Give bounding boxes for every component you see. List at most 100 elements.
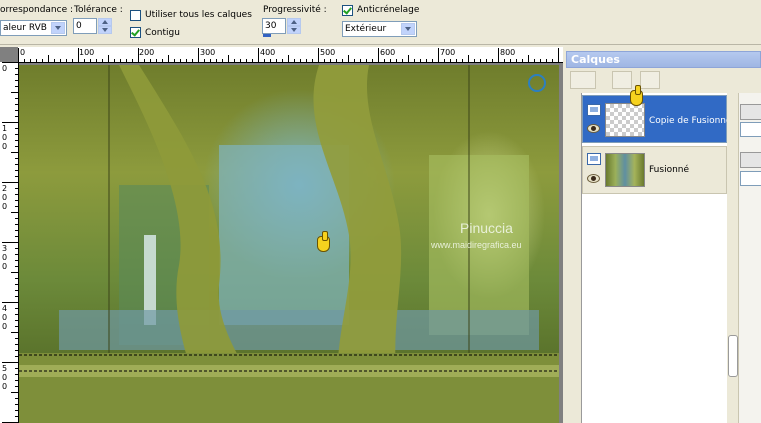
ruler-tick (15, 236, 18, 237)
ruler-tick (48, 55, 49, 62)
canvas-image[interactable]: Pinuccia www.maidiregrafica.eu (19, 65, 559, 423)
dropdown-arrow-icon[interactable] (51, 22, 65, 34)
progressivite-spinner[interactable] (287, 18, 301, 34)
contigu-checkbox[interactable] (130, 27, 141, 38)
ruler-tick (432, 59, 433, 62)
ruler-tick (132, 59, 133, 62)
ruler-tick (126, 59, 127, 62)
tolerance-input[interactable]: 0 (73, 18, 97, 34)
use-all-layers-checkbox[interactable] (130, 10, 141, 21)
blend-mode-select[interactable] (740, 122, 761, 137)
ruler-tick (150, 59, 151, 62)
ruler-tick (384, 59, 385, 62)
ruler-tick (498, 48, 499, 62)
new-layer-icon[interactable] (570, 71, 596, 89)
ruler-tick (30, 59, 31, 62)
ruler-tick (15, 284, 18, 285)
ruler-tick (510, 59, 511, 62)
use-all-layers-label: Utiliser tous les calques (145, 10, 252, 20)
anticrenelage-checkbox[interactable] (342, 5, 353, 16)
ruler-tick (15, 314, 18, 315)
ruler-tick (11, 92, 18, 93)
ruler-tick (234, 59, 235, 62)
ruler-tick (204, 59, 205, 62)
ruler-tick (534, 59, 535, 62)
contigu-label: Contigu (145, 28, 180, 38)
ruler-tick (342, 59, 343, 62)
ruler-tick (336, 59, 337, 62)
ruler-tick (546, 59, 547, 62)
ruler-tick (372, 59, 373, 62)
ruler-tick (300, 59, 301, 62)
ruler-tick (240, 59, 241, 62)
ruler-tick (390, 59, 391, 62)
ruler-tick (270, 59, 271, 62)
blend-mode-select[interactable] (740, 171, 761, 186)
ruler-label: 500 (2, 364, 8, 391)
layer-row[interactable]: Fusionné (582, 146, 727, 194)
ruler-label: 100 (2, 124, 8, 151)
layer-thumbnail (605, 153, 645, 187)
ruler-tick (54, 59, 55, 62)
layers-toolbar (566, 69, 761, 91)
layers-panel-title-bar[interactable]: Calques (566, 51, 761, 68)
tolerance-spinner[interactable] (98, 18, 112, 34)
ruler-tick (11, 392, 18, 393)
eye-icon[interactable] (587, 124, 600, 133)
progressivite-input[interactable]: 30 (262, 18, 286, 34)
blend-thumbnail (740, 104, 761, 120)
tolerance-label: Tolérance : (74, 5, 123, 15)
ruler-tick (516, 59, 517, 62)
ruler-tick (15, 188, 18, 189)
ruler-tick (486, 59, 487, 62)
layer-raster-icon (587, 104, 601, 116)
ruler-tick (2, 122, 18, 123)
ruler-tick (552, 59, 553, 62)
layer-list: Copie de Fusionné Fusionné (581, 85, 732, 423)
ruler-label: 100 (79, 48, 95, 57)
ruler-tick (306, 59, 307, 62)
ruler-tick (15, 218, 18, 219)
layer-thumbnail (605, 103, 645, 137)
correspondance-select[interactable]: aleur RVB (0, 20, 67, 36)
ruler-tick (66, 59, 67, 62)
ruler-tick (15, 278, 18, 279)
delete-layer-icon[interactable] (612, 71, 632, 89)
ruler-tick (414, 59, 415, 62)
ruler-tick (192, 59, 193, 62)
ruler-tick (528, 55, 529, 62)
ruler-tick (15, 260, 18, 261)
layer-row[interactable]: Copie de Fusionné (582, 85, 732, 143)
spinner-up-icon[interactable] (98, 18, 112, 26)
mask-icon[interactable] (640, 71, 660, 89)
anticrenelage-mode-select[interactable]: Extérieur (342, 21, 417, 37)
dropdown-arrow-icon[interactable] (401, 23, 415, 35)
eye-icon[interactable] (587, 174, 600, 183)
ruler-tick (15, 164, 18, 165)
ruler-tick (15, 206, 18, 207)
ruler-tick (11, 332, 18, 333)
ruler-tick (15, 290, 18, 291)
spinner-down-icon[interactable] (287, 26, 301, 34)
ruler-tick (15, 338, 18, 339)
ruler-tick (492, 59, 493, 62)
ruler-tick (15, 146, 18, 147)
ruler-tick (15, 80, 18, 81)
ruler-tick (402, 59, 403, 62)
ruler-tick (210, 59, 211, 62)
spinner-down-icon[interactable] (98, 26, 112, 34)
ruler-tick (162, 59, 163, 62)
ruler-tick (15, 134, 18, 135)
ruler-tick (474, 59, 475, 62)
scrollbar-thumb[interactable] (728, 335, 738, 377)
ruler-tick (114, 59, 115, 62)
watermark-url: www.maidiregrafica.eu (431, 240, 522, 250)
progressivite-level-bar (263, 34, 271, 37)
spinner-up-icon[interactable] (287, 18, 301, 26)
ruler-tick (108, 55, 109, 62)
ruler-tick (360, 59, 361, 62)
ruler-tick (15, 200, 18, 201)
ruler-tick (15, 386, 18, 387)
ruler-tick (444, 59, 445, 62)
ruler-tick (15, 224, 18, 225)
